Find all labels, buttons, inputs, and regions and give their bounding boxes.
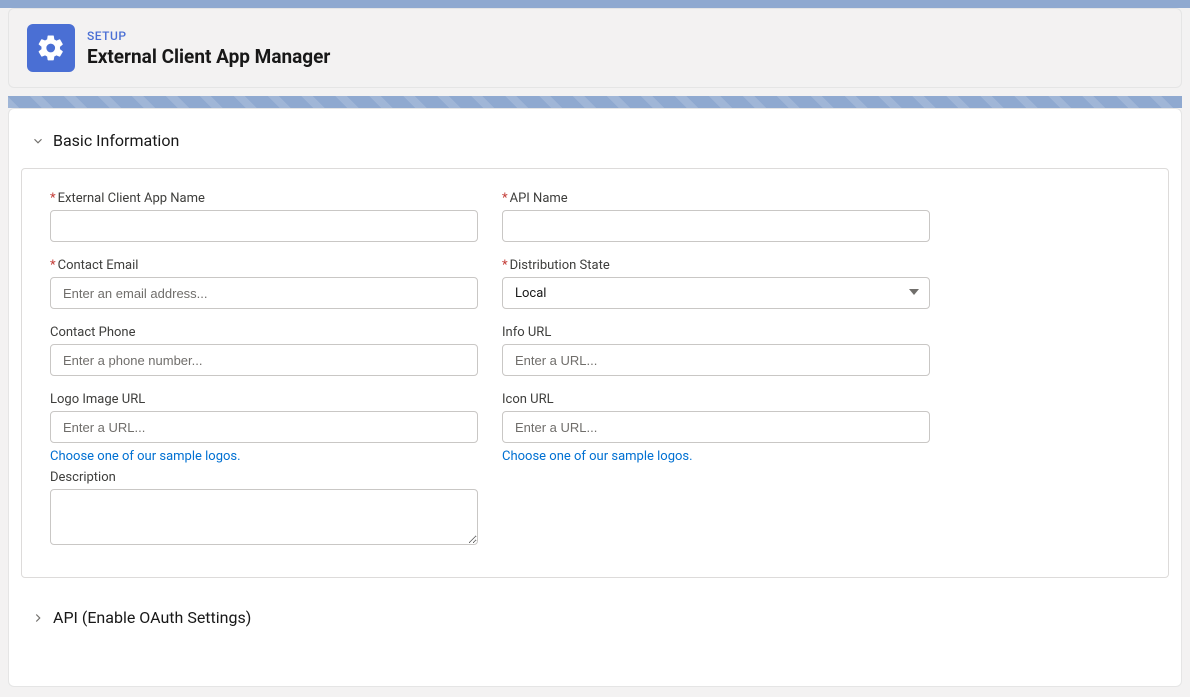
label-logo-url: Logo Image URL (50, 392, 478, 407)
label-icon-url: Icon URL (502, 392, 930, 407)
description-textarea[interactable] (50, 489, 478, 545)
distribution-state-select[interactable]: Local (502, 277, 930, 309)
contact-phone-input[interactable] (50, 344, 478, 376)
app-name-input[interactable] (50, 210, 478, 242)
info-url-input[interactable] (502, 344, 930, 376)
api-name-input[interactable] (502, 210, 930, 242)
section-title-api: API (Enable OAuth Settings) (53, 608, 251, 627)
distribution-state-value: Local (515, 286, 546, 301)
logo-url-input[interactable] (50, 411, 478, 443)
page-title: External Client App Manager (87, 45, 330, 68)
label-app-name: *External Client App Name (50, 191, 478, 206)
label-info-url: Info URL (502, 325, 930, 340)
header-overline: SETUP (87, 29, 330, 43)
label-distribution-state: *Distribution State (502, 258, 930, 273)
decorative-strip (8, 96, 1182, 108)
section-api-header[interactable]: API (Enable OAuth Settings) (21, 608, 1169, 627)
contact-email-input[interactable] (50, 277, 478, 309)
section-title-basic: Basic Information (53, 131, 179, 150)
section-basic-information-header[interactable]: Basic Information (21, 131, 1169, 150)
label-api-name: *API Name (502, 191, 930, 206)
chevron-right-icon (31, 611, 45, 625)
gear-icon (27, 24, 75, 72)
dropdown-triangle-icon (909, 286, 919, 301)
icon-sample-link[interactable]: Choose one of our sample logos. (502, 449, 693, 464)
label-description: Description (50, 470, 478, 485)
chevron-down-icon (31, 134, 45, 148)
basic-info-form: *External Client App Name *API Name *Con… (21, 168, 1169, 578)
label-contact-email: *Contact Email (50, 258, 478, 273)
page-header: SETUP External Client App Manager (8, 8, 1182, 88)
label-contact-phone: Contact Phone (50, 325, 478, 340)
logo-sample-link[interactable]: Choose one of our sample logos. (50, 449, 241, 464)
icon-url-input[interactable] (502, 411, 930, 443)
